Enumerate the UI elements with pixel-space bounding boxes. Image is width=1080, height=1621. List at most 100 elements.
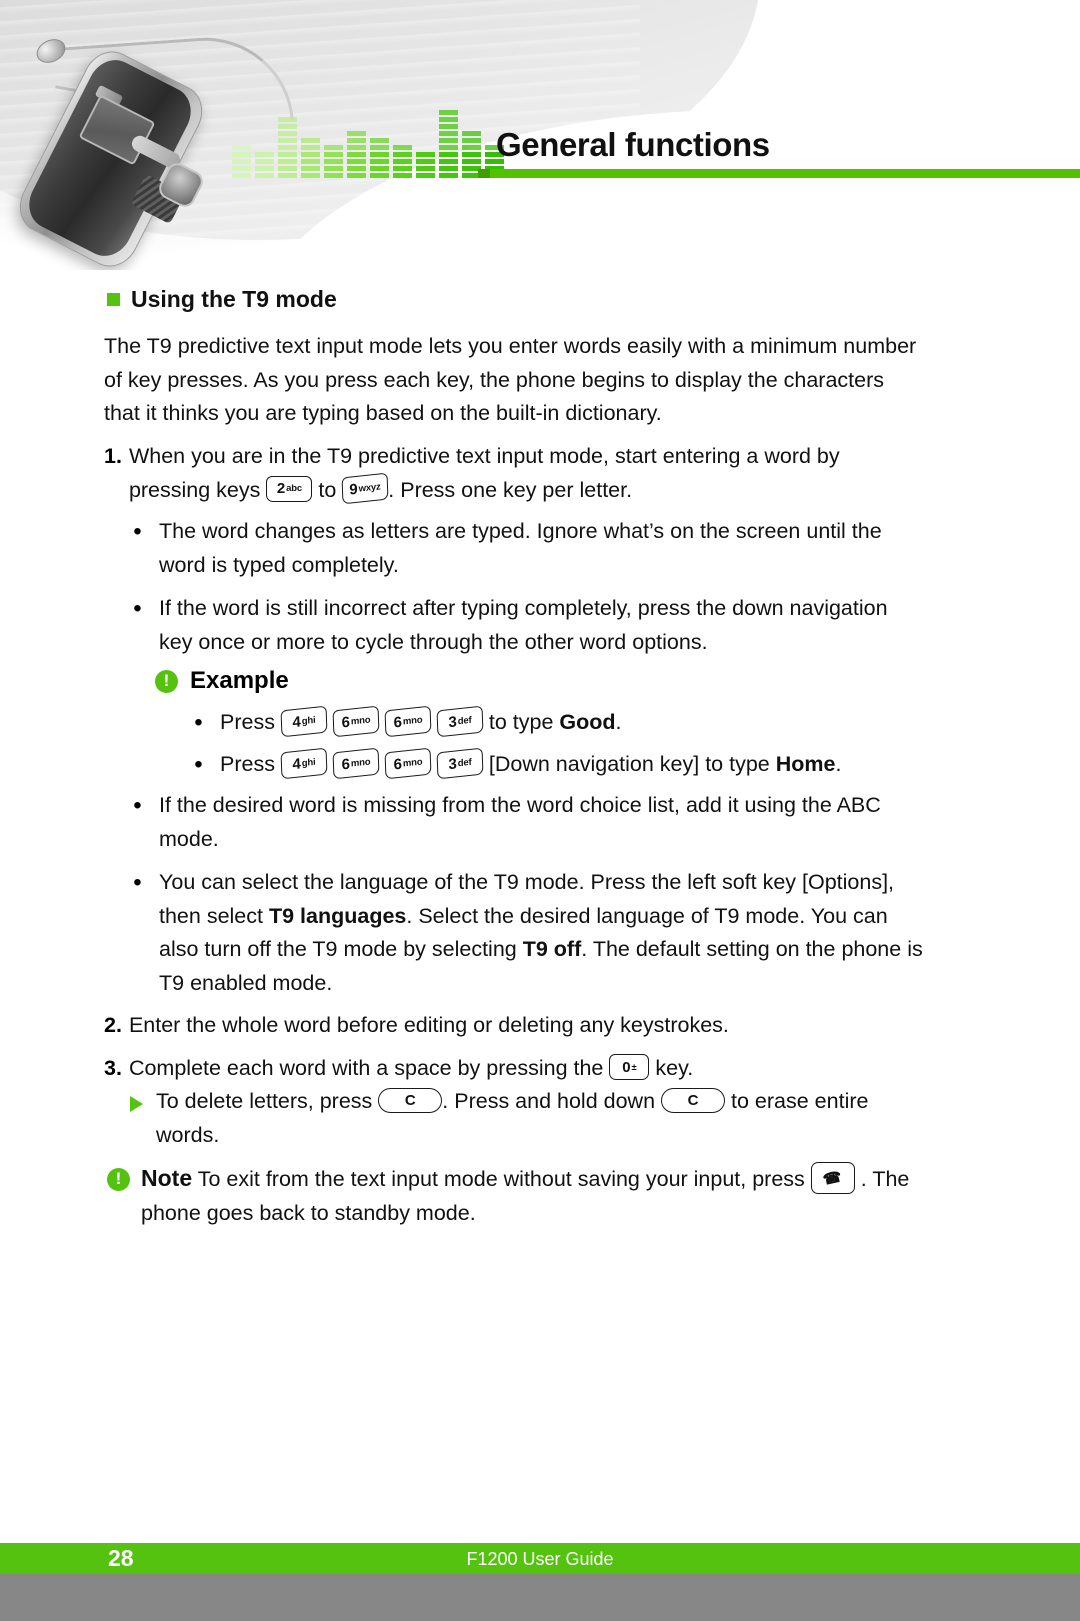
equalizer-segment bbox=[232, 145, 251, 150]
dot-bullet-icon: • bbox=[133, 595, 142, 622]
equalizer-bar-6 bbox=[347, 131, 366, 178]
equalizer-segment bbox=[462, 159, 481, 164]
step-3-text: Complete each word with a space by press… bbox=[129, 1052, 693, 1086]
equalizer-segment bbox=[462, 131, 481, 136]
equalizer-segment bbox=[324, 166, 343, 171]
equalizer-segment bbox=[255, 159, 274, 164]
equalizer-segment bbox=[301, 138, 320, 143]
equalizer-bar-2 bbox=[255, 152, 274, 178]
key-6mno-c: 6 mno bbox=[332, 747, 380, 780]
equalizer-segment bbox=[462, 138, 481, 143]
equalizer-segment bbox=[347, 138, 366, 143]
key-4ghi-2-letters: ghi bbox=[301, 756, 316, 769]
equalizer-segment bbox=[393, 152, 412, 157]
equalizer-segment bbox=[232, 152, 251, 157]
end-call-key-icon: ☎ bbox=[810, 1162, 855, 1195]
equalizer-segment bbox=[416, 159, 435, 164]
key-6mno-c-number: 6 bbox=[341, 755, 351, 774]
step-3-text-after: key. bbox=[655, 1056, 694, 1080]
key-9wxyz: 9 wxyz bbox=[341, 472, 389, 505]
key-clear-2-label: C bbox=[687, 1091, 699, 1109]
delete-text-middle: . Press and hold down bbox=[442, 1089, 656, 1113]
equalizer-segment bbox=[393, 145, 412, 150]
example-line-home: • Press 4 ghi 6 mno 6 mno 3 def [Down naviga… bbox=[190, 747, 950, 782]
page-header: General functions bbox=[0, 0, 1080, 270]
example-heading: ! Example bbox=[155, 667, 289, 695]
equalizer-segment bbox=[278, 124, 297, 129]
key-clear-1-label: C bbox=[404, 1091, 416, 1109]
equalizer-segment bbox=[255, 173, 274, 178]
key-0-symbol: ± bbox=[631, 1061, 637, 1073]
delete-letters-tip-text: To delete letters, press C . Press and h… bbox=[156, 1085, 920, 1152]
equalizer-bar-9 bbox=[416, 152, 435, 178]
dot-bullet-icon: • bbox=[133, 518, 142, 545]
bullet-abc-mode-text: If the desired word is missing from the … bbox=[159, 793, 881, 851]
equalizer-segment bbox=[255, 152, 274, 157]
equalizer-segment bbox=[439, 145, 458, 150]
key-4ghi-2-number: 4 bbox=[292, 755, 302, 774]
delete-letters-tip: To delete letters, press C . Press and h… bbox=[130, 1085, 920, 1152]
equalizer-bar-8 bbox=[393, 145, 412, 178]
example-tail-after: . bbox=[615, 710, 622, 734]
key-6mno-b: 6 mno bbox=[384, 705, 432, 738]
equalizer-segment bbox=[278, 138, 297, 143]
step-2-text: Enter the whole word before editing or d… bbox=[128, 1013, 729, 1037]
equalizer-bar-10 bbox=[439, 110, 458, 178]
equalizer-segment bbox=[439, 131, 458, 136]
example-result-good: Good bbox=[559, 710, 616, 734]
key-0: 0 ± bbox=[609, 1054, 650, 1081]
equalizer-segment bbox=[439, 110, 458, 115]
equalizer-bar-1 bbox=[232, 145, 251, 178]
key-clear-1: C bbox=[378, 1087, 443, 1113]
example-line-good: • Press 4 ghi 6 mno 6 mno 3 def to type Good… bbox=[190, 705, 930, 740]
step-1: 1. When you are in the T9 predictive tex… bbox=[104, 440, 924, 507]
key-2abc-number: 2 bbox=[276, 480, 286, 498]
dot-bullet-icon: • bbox=[133, 792, 142, 819]
equalizer-segment bbox=[301, 173, 320, 178]
example-tail-before: to type bbox=[488, 710, 560, 734]
key-3def: 3 def bbox=[436, 705, 484, 738]
key-3def-number: 3 bbox=[448, 713, 458, 732]
equalizer-segment bbox=[301, 145, 320, 150]
key-6mno-b-letters: mno bbox=[402, 714, 423, 728]
equalizer-segment bbox=[301, 166, 320, 171]
example-press-label-2: Press bbox=[220, 752, 275, 776]
key-9wxyz-letters: wxyz bbox=[358, 481, 382, 495]
section-heading: Using the T9 mode bbox=[107, 286, 337, 313]
equalizer-segment bbox=[347, 166, 366, 171]
equalizer-segment bbox=[278, 117, 297, 122]
key-0-number: 0 bbox=[622, 1058, 631, 1076]
bullet-word-changes-text: The word changes as letters are typed. I… bbox=[159, 519, 882, 577]
lang-bold-languages: T9 languages bbox=[268, 903, 407, 928]
intro-paragraph: The T9 predictive text input mode lets y… bbox=[104, 334, 917, 425]
example-heading-label: Example bbox=[190, 667, 289, 694]
page-title: General functions bbox=[496, 126, 770, 163]
equalizer-graphic bbox=[232, 104, 504, 178]
equalizer-segment bbox=[370, 138, 389, 143]
triangle-bullet-icon bbox=[130, 1096, 143, 1112]
equalizer-segment bbox=[278, 152, 297, 157]
equalizer-segment bbox=[232, 166, 251, 171]
bullet-abc-mode: • If the desired word is missing from th… bbox=[129, 789, 909, 856]
equalizer-segment bbox=[416, 173, 435, 178]
dot-bullet-icon: • bbox=[194, 709, 203, 736]
equalizer-segment bbox=[232, 173, 251, 178]
key-6mno-a-letters: mno bbox=[350, 714, 371, 728]
step-3: 3. Complete each word with a space by pr… bbox=[104, 1052, 924, 1086]
key-3def-2-letters: def bbox=[457, 756, 472, 769]
key-4ghi-2: 4 ghi bbox=[280, 747, 328, 780]
key-clear-2: C bbox=[661, 1087, 726, 1113]
equalizer-bar-4 bbox=[301, 138, 320, 178]
bullet-incorrect-word: • If the word is still incorrect after t… bbox=[129, 592, 919, 659]
equalizer-segment bbox=[278, 145, 297, 150]
equalizer-segment bbox=[278, 159, 297, 164]
key-6mno-d-number: 6 bbox=[393, 755, 403, 774]
equalizer-segment bbox=[416, 166, 435, 171]
equalizer-segment bbox=[439, 117, 458, 122]
footer-under-bar bbox=[0, 1574, 1080, 1621]
note-block: ! Note To exit from the text input mode … bbox=[107, 1162, 922, 1230]
example-line-home-text: Press 4 ghi 6 mno 6 mno 3 def [Down navigati… bbox=[220, 747, 841, 782]
key-6mno-d: 6 mno bbox=[384, 747, 432, 780]
equalizer-segment bbox=[347, 159, 366, 164]
step-1-text: When you are in the T9 predictive text i… bbox=[129, 440, 924, 507]
